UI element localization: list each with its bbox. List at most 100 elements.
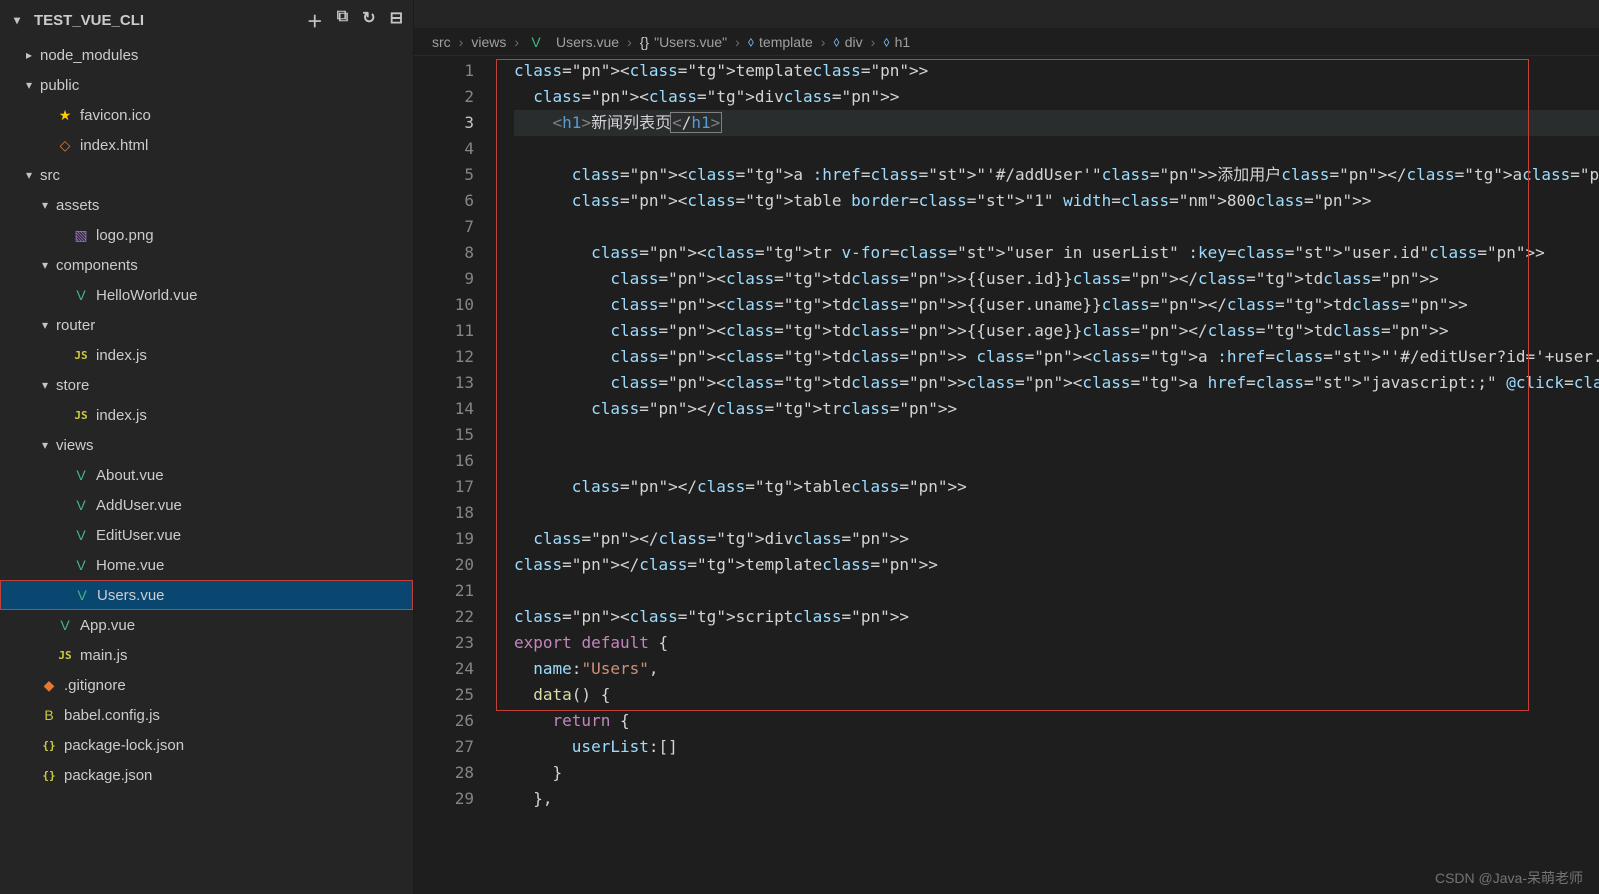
file-babel.config.js[interactable]: Bbabel.config.js bbox=[0, 700, 413, 730]
vue-icon: V bbox=[72, 527, 90, 543]
breadcrumb-separator: › bbox=[623, 34, 636, 50]
file-users.vue[interactable]: V Users.vue bbox=[0, 580, 413, 610]
star-icon: ★ bbox=[56, 107, 74, 124]
file-index.js[interactable]: JS index.js bbox=[0, 400, 413, 430]
tree-item-label: babel.config.js bbox=[64, 707, 160, 724]
editor-tabs[interactable] bbox=[414, 0, 1599, 28]
js-icon: JS bbox=[72, 349, 90, 362]
breadcrumb-item[interactable]: ⬨div bbox=[833, 33, 862, 50]
brace-icon: {} bbox=[640, 34, 649, 50]
babel-icon: B bbox=[40, 707, 58, 723]
folder-assets[interactable]: ▾ assets bbox=[0, 190, 413, 220]
explorer-title-text: TEST_VUE_CLI bbox=[34, 12, 144, 29]
tree-item-label: assets bbox=[56, 197, 99, 214]
vue-icon: V bbox=[527, 34, 545, 50]
chevron-down-icon: ▾ bbox=[22, 168, 36, 182]
tree-item-label: favicon.ico bbox=[80, 107, 151, 124]
refresh-icon[interactable]: ↻ bbox=[362, 8, 375, 32]
tree-item-label: package-lock.json bbox=[64, 737, 184, 754]
chevron-down-icon: ▾ bbox=[38, 378, 52, 392]
tree-item-label: Users.vue bbox=[97, 587, 165, 604]
vue-icon: V bbox=[72, 557, 90, 573]
chevron-down-icon: ▾ bbox=[38, 258, 52, 272]
new-folder-icon[interactable]: ⧉ bbox=[337, 8, 348, 32]
breadcrumb-separator: › bbox=[731, 34, 744, 50]
line-gutter: 1234567891011121314151617181920212223242… bbox=[414, 56, 492, 894]
folder-node_modules[interactable]: ▸ node_modules bbox=[0, 40, 413, 70]
breadcrumb-item[interactable]: ⬨h1 bbox=[883, 33, 910, 50]
tag-icon: ⬨ bbox=[748, 33, 754, 50]
file-adduser.vue[interactable]: V AddUser.vue bbox=[0, 490, 413, 520]
new-file-icon[interactable]: ＋ bbox=[307, 8, 323, 32]
chevron-down-icon: ▾ bbox=[38, 198, 52, 212]
breadcrumb-item[interactable]: views bbox=[471, 34, 506, 50]
explorer-header: ▾ TEST_VUE_CLI ＋ ⧉ ↻ ⊟ bbox=[0, 0, 413, 40]
file-main.js[interactable]: JSmain.js bbox=[0, 640, 413, 670]
collapse-all-icon[interactable]: ⊟ bbox=[390, 8, 403, 32]
tree-item-label: index.js bbox=[96, 407, 147, 424]
breadcrumb-separator: › bbox=[510, 34, 523, 50]
folder-components[interactable]: ▾components bbox=[0, 250, 413, 280]
tag-icon: ⬨ bbox=[883, 33, 889, 50]
js-icon: JS bbox=[72, 409, 90, 422]
file-index.js[interactable]: JS index.js bbox=[0, 340, 413, 370]
tree-item-label: HelloWorld.vue bbox=[96, 287, 197, 304]
explorer-title[interactable]: ▾ TEST_VUE_CLI bbox=[10, 12, 144, 29]
chevron-right-icon: ▸ bbox=[22, 48, 36, 62]
tree-item-label: EditUser.vue bbox=[96, 527, 181, 544]
breadcrumb-item[interactable]: src bbox=[432, 34, 451, 50]
js-icon: JS bbox=[56, 649, 74, 662]
vue-icon: V bbox=[73, 587, 91, 603]
code-editor[interactable]: 1234567891011121314151617181920212223242… bbox=[414, 56, 1599, 894]
file-favicon.ico[interactable]: ★ favicon.ico bbox=[0, 100, 413, 130]
tree-item-label: logo.png bbox=[96, 227, 154, 244]
file-package-lock.json[interactable]: {} package-lock.json bbox=[0, 730, 413, 760]
file-about.vue[interactable]: V About.vue bbox=[0, 460, 413, 490]
file-package.json[interactable]: {}package.json bbox=[0, 760, 413, 790]
file-logo.png[interactable]: ▧ logo.png bbox=[0, 220, 413, 250]
tree-item-label: views bbox=[56, 437, 94, 454]
tree-item-label: public bbox=[40, 77, 79, 94]
file-.gitignore[interactable]: ◆.gitignore bbox=[0, 670, 413, 700]
tree-item-label: index.html bbox=[80, 137, 148, 154]
tree-item-label: src bbox=[40, 167, 60, 184]
tag-icon: ⬨ bbox=[833, 33, 839, 50]
tree-item-label: node_modules bbox=[40, 47, 138, 64]
chevron-down-icon: ▾ bbox=[22, 78, 36, 92]
folder-router[interactable]: ▾router bbox=[0, 310, 413, 340]
tree-item-label: index.js bbox=[96, 347, 147, 364]
tree-item-label: AddUser.vue bbox=[96, 497, 182, 514]
html-icon: ◇ bbox=[56, 137, 74, 154]
file-app.vue[interactable]: V App.vue bbox=[0, 610, 413, 640]
breadcrumb-separator: › bbox=[817, 34, 830, 50]
breadcrumb-item[interactable]: VUsers.vue bbox=[527, 34, 619, 50]
folder-store[interactable]: ▾store bbox=[0, 370, 413, 400]
breadcrumb-separator: › bbox=[867, 34, 880, 50]
tree-item-label: package.json bbox=[64, 767, 152, 784]
breadcrumb-item[interactable]: {}"Users.vue" bbox=[640, 34, 727, 50]
explorer-panel: ▾ TEST_VUE_CLI ＋ ⧉ ↻ ⊟ ▸ node_modules ▾ pub… bbox=[0, 0, 414, 894]
vue-icon: V bbox=[72, 467, 90, 483]
vue-icon: V bbox=[72, 497, 90, 513]
folder-views[interactable]: ▾views bbox=[0, 430, 413, 460]
tree-item-label: App.vue bbox=[80, 617, 135, 634]
json-icon: {} bbox=[40, 739, 58, 752]
code-content[interactable]: class="pn"><class="tg">templateclass="pn… bbox=[492, 56, 1599, 894]
file-edituser.vue[interactable]: V EditUser.vue bbox=[0, 520, 413, 550]
file-tree[interactable]: ▸ node_modules ▾ public ★ favicon.ico ◇ index.h… bbox=[0, 40, 413, 894]
img-icon: ▧ bbox=[72, 227, 90, 244]
tree-item-label: About.vue bbox=[96, 467, 164, 484]
file-home.vue[interactable]: V Home.vue bbox=[0, 550, 413, 580]
chevron-down-icon: ▾ bbox=[10, 13, 24, 27]
file-index.html[interactable]: ◇ index.html bbox=[0, 130, 413, 160]
breadcrumb-item[interactable]: ⬨template bbox=[748, 33, 813, 50]
breadcrumb[interactable]: src›views›VUsers.vue›{}"Users.vue"›⬨temp… bbox=[414, 28, 1599, 56]
vue-icon: V bbox=[56, 617, 74, 633]
tree-item-label: Home.vue bbox=[96, 557, 164, 574]
tree-item-label: .gitignore bbox=[64, 677, 126, 694]
folder-src[interactable]: ▾ src bbox=[0, 160, 413, 190]
tree-item-label: router bbox=[56, 317, 95, 334]
folder-public[interactable]: ▾ public bbox=[0, 70, 413, 100]
breadcrumb-separator: › bbox=[455, 34, 468, 50]
file-helloworld.vue[interactable]: VHelloWorld.vue bbox=[0, 280, 413, 310]
